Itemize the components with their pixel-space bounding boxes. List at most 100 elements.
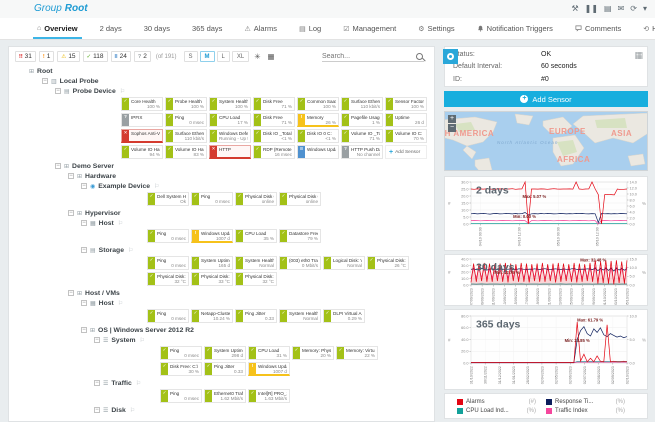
sensor-tile-windows-upda[interactable]: !Windows Upda...1007 d — [191, 229, 233, 243]
collapse-toggle[interactable]: − — [68, 210, 74, 216]
sensor-tile-netapp-cluster[interactable]: ✓Netapp-Cluster...10.24 % — [191, 309, 233, 323]
status-count-up[interactable]: ✓118 — [83, 51, 108, 62]
collapse-toggle[interactable]: − — [68, 290, 74, 296]
sensor-tile-physical-disk[interactable]: ✓Physical Disk: ...32 °C — [147, 272, 189, 286]
sensor-tile-003-eth0-traf[interactable]: ✓(003) eth0 Traf...0 Mbit/s — [279, 256, 321, 270]
sensor-tile-ping[interactable]: ✓Ping0 msec — [147, 256, 189, 270]
sensor-tile-system-uptime[interactable]: ✓System Uptime298 d — [204, 346, 246, 360]
tab-comments[interactable]: Comments — [564, 18, 632, 39]
sensor-tile-ping[interactable]: ✓Ping0 msec — [147, 229, 189, 243]
sensor-tile-intel-r-pro-1[interactable]: ✓Intel[R] PRO_1...1.63 Mbit/s — [248, 389, 290, 403]
status-count-warning[interactable]: ⚠15 — [57, 51, 79, 62]
collapse-toggle[interactable]: − — [55, 163, 61, 169]
search-input[interactable] — [322, 52, 414, 61]
sensor-tile-dlpi-virtual-a[interactable]: ✓DLPI Virtual A...0.29 % — [323, 309, 365, 323]
status-count-paused[interactable]: II24 — [111, 51, 131, 62]
tree-node-traffic[interactable]: −☰Traffic⚐ — [9, 378, 434, 388]
sensor-tile-common-saas[interactable]: ✓Common SaaS...100 % — [297, 97, 339, 111]
sensor-tile-physical-disk-0[interactable]: ✓Physical Disk 0...online — [279, 192, 321, 206]
geo-map[interactable]: NORTH AMERICA EUROPE ASIA AFRICA North A… — [444, 111, 648, 171]
sensor-tile-rdp-remote[interactable]: ✓RDP (Remote ...16 msec — [253, 145, 295, 159]
collapse-toggle[interactable]: − — [81, 183, 87, 189]
sensor-tile-pagefile-usage[interactable]: ✓Pagefile Usage1 % — [341, 113, 383, 127]
tree-node-example-device[interactable]: −◉Example Device⚐ — [9, 181, 434, 191]
map-zoom-out-button[interactable]: − — [448, 124, 456, 132]
tab-management[interactable]: ☑Management — [332, 18, 407, 39]
sensor-tile-ipfix[interactable]: ?IPFIX — [121, 113, 163, 127]
sensor-tile-http-push-da[interactable]: ?HTTP Push Da...No channel — [341, 145, 383, 159]
sensor-tile-windows-upda[interactable]: !Windows Upda...1007 d — [248, 362, 290, 376]
sensor-tile-uptime[interactable]: ✓Uptime26 d — [385, 113, 427, 127]
sensor-tile-disk-free[interactable]: ✓Disk Free71 % — [253, 113, 295, 127]
search-icon[interactable] — [416, 53, 423, 60]
sensor-tile-physical-disk[interactable]: ✓Physical Disk: ...32 °C — [235, 272, 277, 286]
tree-node-system[interactable]: −☰System⚐ — [9, 335, 434, 345]
sensor-tile-logical-disk-v[interactable]: ✓Logical Disk: V...Normal — [323, 256, 365, 270]
report-icon[interactable]: ▤ — [604, 4, 612, 14]
sensor-tile-physical-disk[interactable]: ✓Physical Disk: ...33 °C — [191, 272, 233, 286]
chart-2-days[interactable]: 0.05.010.015.020.025.030.00.02.04.06.08.… — [444, 176, 648, 251]
tree-node-hardware[interactable]: −⊞Hardware — [9, 171, 434, 181]
qr-code-icon[interactable]: ▦ — [634, 50, 643, 61]
sensor-tile-disk-free-c[interactable]: ✓Disk Free: C:\30 % — [160, 362, 202, 376]
sensor-tile-volume-io-har[interactable]: ✓Volume IO Har...83 % — [165, 145, 207, 159]
caret-down-icon[interactable]: ▾ — [643, 4, 647, 14]
tab-2-days[interactable]: 2 days — [89, 18, 133, 39]
view-settings-icon[interactable]: ✳ — [254, 52, 260, 61]
sensor-tile-memory-virtu[interactable]: ✓Memory: Virtu...22 % — [336, 346, 378, 360]
collapse-toggle[interactable]: − — [68, 173, 74, 179]
tab-alarms[interactable]: ⚠Alarms — [233, 18, 288, 39]
tiles-view-icon[interactable]: ▦ — [268, 52, 275, 61]
tree-node-host[interactable]: −▦Host⚐ — [9, 218, 434, 228]
chart-365-days[interactable]: 0.020.040.060.080.00.05.010.0#%31/10/202… — [444, 309, 648, 390]
tab-settings[interactable]: ⚙Settings — [407, 18, 465, 39]
sensor-tile-surface-ethern[interactable]: ✓Surface Ethern...110 kbit/s — [341, 97, 383, 111]
sensor-tile-system-health[interactable]: ✓System HealthNormal — [279, 309, 321, 323]
collapse-toggle[interactable]: − — [42, 78, 48, 84]
sensor-tile-core-health[interactable]: ✓Core Health100 % — [121, 97, 163, 111]
tree-node-demo-server[interactable]: −⊞Demo Server — [9, 161, 434, 171]
sensor-tile-memory[interactable]: !Memory26 % — [297, 113, 339, 127]
collapse-toggle[interactable]: − — [81, 327, 87, 333]
sensor-tile-physical-disk[interactable]: ✓Physical Disk: ...26 °C — [367, 256, 409, 270]
sensor-tile-datastore-free[interactable]: ✓Datastore Free...79 % — [279, 229, 321, 243]
sensor-tile-system-health[interactable]: ✓System Health100 % — [209, 97, 251, 111]
tree-node-hypervisor[interactable]: −⊞Hypervisor — [9, 208, 434, 218]
tile-size-s-button[interactable]: S — [184, 51, 198, 62]
tree-node-root[interactable]: ⊞Root — [9, 66, 434, 76]
status-count-down-acknowledged[interactable]: !1 — [39, 51, 54, 62]
sensor-tile-cpu-load[interactable]: ✓CPU Load31 % — [248, 346, 290, 360]
sensor-tile-probe-health[interactable]: ✓Probe Health100 % — [165, 97, 207, 111]
sensor-tile-memory-physi[interactable]: ✓Memory: Physi...20 % — [292, 346, 334, 360]
tab-30-days[interactable]: 30 days — [133, 18, 181, 39]
sensor-tile-ping[interactable]: ✓Ping0 msec — [160, 389, 202, 403]
email-icon[interactable]: ✉ — [618, 4, 625, 14]
tree-node-probe-device[interactable]: −▤Probe Device⚐ — [9, 86, 434, 96]
collapse-toggle[interactable]: − — [81, 220, 87, 226]
sensor-tile-volume-io-c[interactable]: ✓Volume IO C:70 % — [385, 129, 427, 143]
tab-log[interactable]: ▤Log — [288, 18, 332, 39]
sensor-tile-http[interactable]: ✕HTTP — [209, 145, 251, 159]
sensor-tile-disk-free[interactable]: ✓Disk Free71 % — [253, 97, 295, 111]
tab-overview[interactable]: ⌂Overview — [26, 18, 89, 39]
sensor-tile-windows-defe[interactable]: ✓Windows Defe...Running - Up to D... — [209, 129, 251, 143]
sensor-tile-windows-upda[interactable]: IIWindows Upda... — [297, 145, 339, 159]
sensor-tile-ping[interactable]: ✓Ping0 msec — [191, 192, 233, 206]
sensor-tile-cpu-load[interactable]: ✓CPU Load17 % — [209, 113, 251, 127]
sensor-tile-system-uptime[interactable]: ✓System Uptime165 d — [191, 256, 233, 270]
refresh-icon[interactable]: ⟳ — [630, 4, 637, 14]
tree-node-disk[interactable]: −☰Disk⚐ — [9, 405, 434, 415]
tree-node-storage[interactable]: −▤Storage⚐ — [9, 245, 434, 255]
tab-notification-triggers[interactable]: Notification Triggers — [466, 18, 564, 39]
add-sensor-button[interactable]: + Add Sensor — [444, 91, 648, 107]
pause-icon[interactable]: ❚❚ — [585, 4, 598, 14]
sensor-tile-ping[interactable]: ✓Ping0 msec — [165, 113, 207, 127]
sensor-tile-physical-disk-0[interactable]: ✓Physical Disk 0...online — [235, 192, 277, 206]
tree-node-host[interactable]: −▦Host⚐ — [9, 298, 434, 308]
sensor-tile-sensor-factory[interactable]: ✓Sensor Factory100 % — [385, 97, 427, 111]
map-zoom-in-button[interactable]: + — [448, 115, 456, 123]
collapse-toggle[interactable]: − — [81, 300, 87, 306]
sensor-tile-ping-jitter[interactable]: ✓Ping Jitter0.33 — [235, 309, 277, 323]
tile-size-m-button[interactable]: M — [200, 51, 215, 62]
sensor-tile-ethernet0-traffic[interactable]: ✓Ethernet0 Traffic1.62 Mbit/s — [204, 389, 246, 403]
